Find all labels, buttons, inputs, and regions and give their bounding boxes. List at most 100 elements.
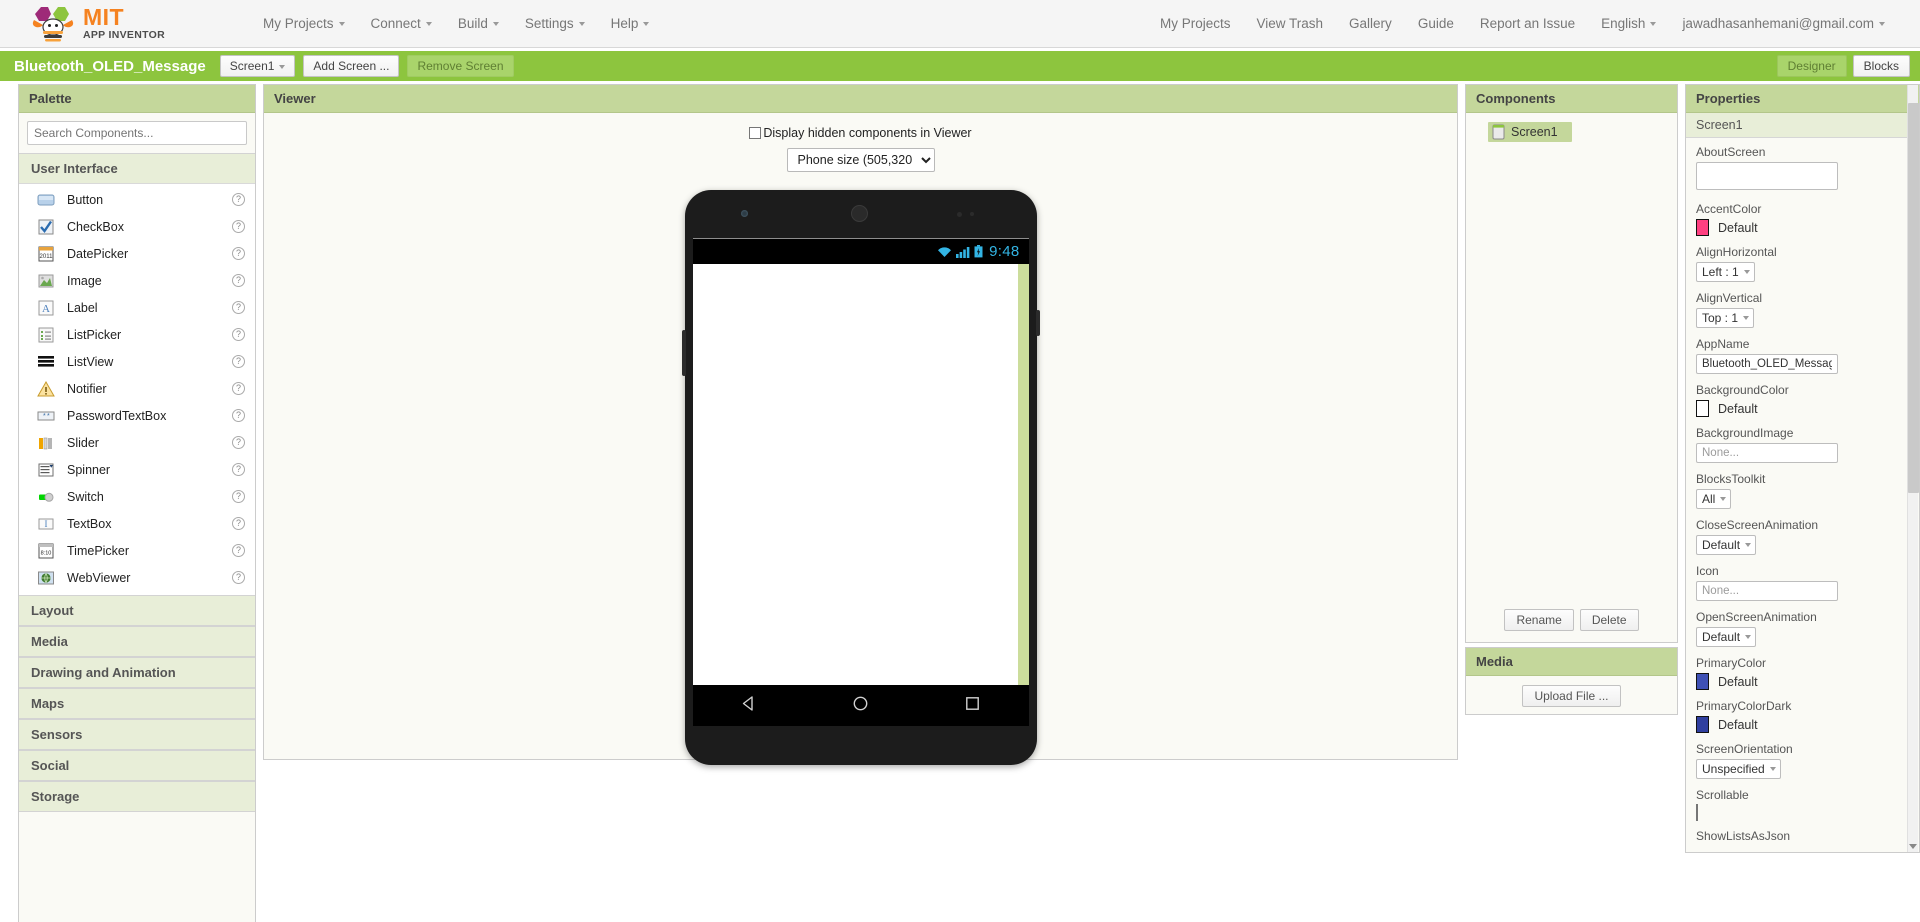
upload-file-button[interactable]: Upload File ... xyxy=(1522,685,1621,707)
help-icon[interactable]: ? xyxy=(232,382,245,395)
alignhorizontal-select[interactable]: Left : 1 xyxy=(1696,262,1755,282)
palette-item-datepicker[interactable]: 2011 DatePicker ? xyxy=(19,240,255,267)
closescreenanimation-select[interactable]: Default xyxy=(1696,535,1757,555)
palette-item-notifier[interactable]: Notifier ? xyxy=(19,375,255,402)
nav-connect[interactable]: Connect xyxy=(358,10,445,37)
help-icon[interactable]: ? xyxy=(232,463,245,476)
nav-my-projects-right[interactable]: My Projects xyxy=(1147,10,1244,37)
phone-app-canvas[interactable] xyxy=(692,264,1029,685)
backgroundcolor-swatch[interactable] xyxy=(1696,400,1709,417)
add-screen-button[interactable]: Add Screen ... xyxy=(303,54,400,78)
palette-item-webviewer[interactable]: WebViewer ? xyxy=(19,564,255,591)
viewer-size-select[interactable]: Phone size (505,320) Tablet size (675,48… xyxy=(786,148,935,172)
primarycolordark-picker[interactable]: Default xyxy=(1696,716,1909,733)
appname-input[interactable] xyxy=(1696,354,1838,374)
blockstoolkit-select[interactable]: All xyxy=(1696,489,1732,509)
help-icon[interactable]: ? xyxy=(232,247,245,260)
scroll-down-arrow-icon[interactable] xyxy=(1909,844,1917,849)
property-label: AccentColor xyxy=(1696,202,1762,216)
palette-item-button[interactable]: Button ? xyxy=(19,186,255,213)
palette-item-listview[interactable]: ListView ? xyxy=(19,348,255,375)
palette-category-sensors[interactable]: Sensors xyxy=(19,719,255,750)
palette-category-maps[interactable]: Maps xyxy=(19,688,255,719)
nav-gallery[interactable]: Gallery xyxy=(1336,10,1405,37)
palette-item-label[interactable]: A Label ? xyxy=(19,294,255,321)
nav-language[interactable]: English xyxy=(1588,10,1669,37)
palette-item-timepicker[interactable]: 8:10 TimePicker ? xyxy=(19,537,255,564)
nav-guide[interactable]: Guide xyxy=(1405,10,1467,37)
property-accentcolor: AccentColor Default xyxy=(1696,202,1909,236)
palette-item-textbox[interactable]: I TextBox ? xyxy=(19,510,255,537)
display-hidden-components-checkbox[interactable] xyxy=(749,127,762,139)
palette-item-passwordtextbox[interactable]: * * PasswordTextBox ? xyxy=(19,402,255,429)
property-label: AppName xyxy=(1696,337,1750,351)
help-icon[interactable]: ? xyxy=(232,571,245,584)
primarycolor-picker[interactable]: Default xyxy=(1696,673,1909,690)
recents-square-icon[interactable] xyxy=(963,694,982,716)
help-icon[interactable]: ? xyxy=(232,517,245,530)
app-inventor-logo[interactable]: MIT APP INVENTOR xyxy=(30,4,220,44)
accentcolor-picker[interactable]: Default xyxy=(1696,219,1909,236)
screen-selector[interactable]: Screen1 xyxy=(219,54,296,78)
nav-view-trash[interactable]: View Trash xyxy=(1244,10,1337,37)
help-icon[interactable]: ? xyxy=(232,301,245,314)
palette-item-checkbox[interactable]: CheckBox ? xyxy=(19,213,255,240)
screen1-canvas[interactable] xyxy=(692,264,1018,685)
nav-my-projects[interactable]: My Projects xyxy=(250,10,358,37)
search-components-input[interactable] xyxy=(27,121,247,145)
primarycolordark-swatch[interactable] xyxy=(1696,716,1709,733)
chevron-down-icon xyxy=(338,22,345,27)
aboutscreen-textarea[interactable] xyxy=(1696,162,1838,190)
remove-screen-button[interactable]: Remove Screen xyxy=(407,54,514,78)
palette-header: Palette xyxy=(19,85,255,113)
palette-category-storage[interactable]: Storage xyxy=(19,781,255,812)
nav-build-label: Build xyxy=(457,16,488,31)
nav-settings[interactable]: Settings xyxy=(512,10,598,37)
help-icon[interactable]: ? xyxy=(232,409,245,422)
home-circle-icon[interactable] xyxy=(851,694,870,716)
cellular-signal-icon xyxy=(956,246,970,258)
palette-category-drawing-and-animation[interactable]: Drawing and Animation xyxy=(19,657,255,688)
rename-button[interactable]: Rename xyxy=(1504,609,1574,631)
blocks-tab[interactable]: Blocks xyxy=(1852,55,1910,77)
nav-report-issue[interactable]: Report an Issue xyxy=(1467,10,1588,37)
backgroundimage-input[interactable] xyxy=(1696,443,1838,463)
primarycolor-swatch[interactable] xyxy=(1696,673,1709,690)
palette-item-listpicker[interactable]: ListPicker ? xyxy=(19,321,255,348)
openscreenanimation-select[interactable]: Default xyxy=(1696,627,1757,647)
help-icon[interactable]: ? xyxy=(232,490,245,503)
nav-account[interactable]: jawadhasanhemani@gmail.com xyxy=(1669,10,1898,37)
palette-item-slider[interactable]: Slider ? xyxy=(19,429,255,456)
delete-button[interactable]: Delete xyxy=(1579,609,1639,631)
svg-text:*: * xyxy=(47,413,50,420)
help-icon[interactable]: ? xyxy=(232,355,245,368)
help-icon[interactable]: ? xyxy=(232,193,245,206)
palette-item-switch[interactable]: Switch ? xyxy=(19,483,255,510)
palette-item-image[interactable]: Image ? xyxy=(19,267,255,294)
help-icon[interactable]: ? xyxy=(232,220,245,233)
palette-item-spinner[interactable]: Spinner ? xyxy=(19,456,255,483)
palette-category-layout[interactable]: Layout xyxy=(19,595,255,626)
palette-category-user-interface[interactable]: User Interface xyxy=(19,153,255,184)
designer-tab[interactable]: Designer xyxy=(1776,55,1847,77)
nav-build[interactable]: Build xyxy=(445,10,512,37)
accentcolor-swatch[interactable] xyxy=(1696,219,1709,236)
tree-item-screen1[interactable]: Screen1 xyxy=(1488,122,1572,142)
palette-category-media[interactable]: Media xyxy=(19,626,255,657)
screenorientation-select[interactable]: Unspecified xyxy=(1696,759,1781,779)
help-icon[interactable]: ? xyxy=(232,328,245,341)
back-triangle-icon[interactable] xyxy=(739,694,758,716)
icon-input[interactable] xyxy=(1696,581,1838,601)
display-hidden-components-row[interactable]: Display hidden components in Viewer xyxy=(264,126,1457,140)
alignvertical-select[interactable]: Top : 1 xyxy=(1696,308,1755,328)
nav-connect-label: Connect xyxy=(370,16,421,31)
properties-scrollbar[interactable] xyxy=(1907,85,1919,852)
nav-help[interactable]: Help xyxy=(598,10,663,37)
properties-scrollbar-thumb[interactable] xyxy=(1908,103,1919,493)
help-icon[interactable]: ? xyxy=(232,436,245,449)
help-icon[interactable]: ? xyxy=(232,544,245,557)
scrollable-checkbox[interactable] xyxy=(1696,804,1698,821)
palette-category-social[interactable]: Social xyxy=(19,750,255,781)
backgroundcolor-picker[interactable]: Default xyxy=(1696,400,1909,417)
help-icon[interactable]: ? xyxy=(232,274,245,287)
